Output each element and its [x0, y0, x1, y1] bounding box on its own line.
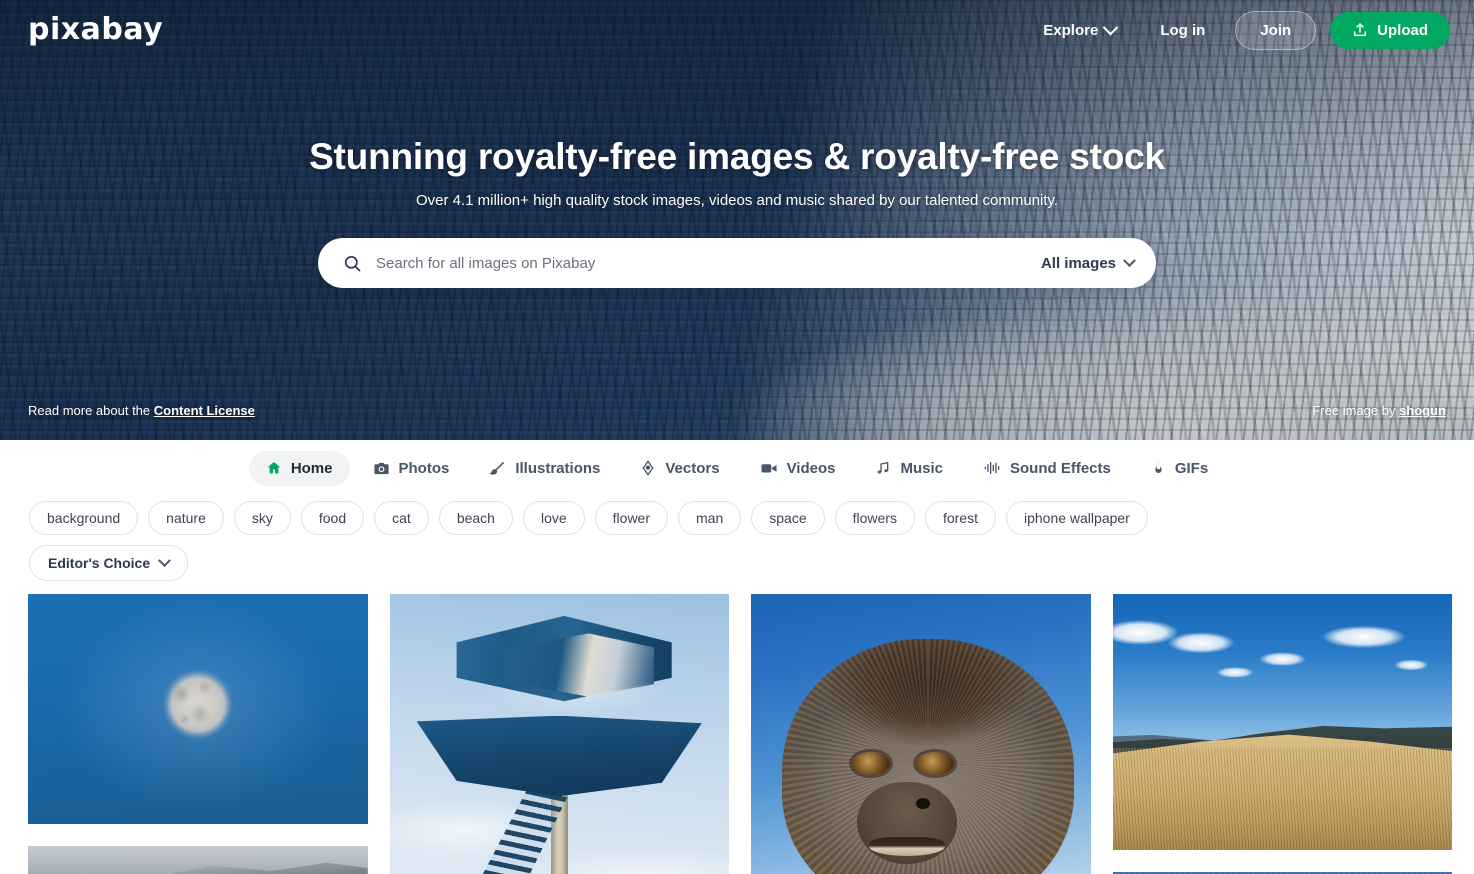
search-input[interactable] — [376, 254, 1025, 272]
pixabay-logo[interactable]: pixabay — [28, 15, 163, 45]
content-license-note: Read more about the Content License — [28, 403, 255, 418]
tag-chip[interactable]: cat — [374, 501, 429, 535]
top-navigation-bar: pixabay Explore Log in Join Upload — [0, 0, 1474, 60]
tag-chip[interactable]: space — [751, 501, 825, 535]
tab-music[interactable]: Music — [858, 451, 960, 486]
tab-photos[interactable]: Photos — [356, 451, 467, 486]
editors-choice-dropdown[interactable]: Editor's Choice — [29, 545, 189, 581]
tag-chip[interactable]: flower — [594, 501, 669, 535]
image-credit-prefix: Free image by — [1312, 403, 1400, 418]
home-icon — [266, 460, 282, 476]
search-bar[interactable]: All images — [318, 238, 1156, 288]
monkey-right-eye — [915, 751, 954, 775]
paintbrush-icon — [489, 460, 506, 477]
chevron-down-icon — [158, 553, 171, 567]
monkey-left-eye — [851, 751, 890, 775]
gallery-item-mountain-lake-bird[interactable] — [28, 846, 368, 874]
tab-videos[interactable]: Videos — [743, 450, 853, 486]
nav-login-link[interactable]: Log in — [1146, 14, 1219, 47]
chevron-down-icon — [1123, 253, 1136, 267]
waveform-icon — [983, 460, 1001, 476]
nav-explore-menu[interactable]: Explore — [1029, 14, 1130, 47]
tab-home-label: Home — [290, 459, 333, 477]
tag-chip[interactable]: iphone wallpaper — [1005, 501, 1148, 535]
moon-surface-detail — [155, 662, 240, 747]
camera-icon — [373, 460, 390, 477]
tab-videos-label: Videos — [786, 459, 836, 477]
pen-nib-icon — [640, 460, 656, 476]
chevron-down-icon — [1103, 19, 1119, 35]
upload-button[interactable]: Upload — [1330, 11, 1450, 49]
main-content: Home Photos Illustrations Vectors Videos… — [0, 440, 1474, 874]
gallery-item-blue-watchtower[interactable] — [389, 594, 729, 874]
search-type-dropdown[interactable]: All images — [1025, 253, 1136, 272]
gallery-column — [1112, 594, 1452, 874]
tag-chip[interactable]: nature — [148, 501, 224, 535]
flame-icon — [1151, 460, 1166, 476]
tab-sound-effects[interactable]: Sound Effects — [966, 451, 1128, 486]
tab-vectors[interactable]: Vectors — [623, 451, 736, 486]
tag-chip[interactable]: flowers — [834, 501, 915, 535]
tag-chip[interactable]: love — [522, 501, 585, 535]
nav-explore-label: Explore — [1043, 21, 1099, 39]
tag-chip[interactable]: food — [300, 501, 365, 535]
search-icon — [343, 254, 362, 273]
nav-login-label: Log in — [1160, 21, 1206, 39]
page-subtitle: Over 4.1 million+ high quality stock ima… — [415, 192, 1059, 209]
content-license-link[interactable]: Content License — [154, 403, 255, 418]
video-camera-icon — [760, 459, 778, 477]
tab-sound-effects-label: Sound Effects — [1010, 459, 1111, 477]
tab-music-label: Music — [900, 459, 943, 477]
tab-vectors-label: Vectors — [665, 459, 720, 477]
wheat-grain-texture — [1112, 747, 1452, 850]
tab-illustrations[interactable]: Illustrations — [472, 451, 617, 486]
search-type-label: All images — [1040, 254, 1116, 272]
nav-actions: Explore Log in Join Upload — [1029, 10, 1450, 50]
page-title: Stunning royalty-free images & royalty-f… — [309, 136, 1165, 177]
tab-photos-label: Photos — [398, 459, 450, 477]
tag-chip[interactable]: background — [29, 501, 139, 535]
image-credit: Free image by shogun — [1312, 403, 1446, 418]
join-button[interactable]: Join — [1235, 10, 1317, 50]
tab-home[interactable]: Home — [248, 450, 350, 486]
monkey-head — [781, 638, 1074, 874]
upload-label: Upload — [1377, 21, 1428, 39]
tab-illustrations-label: Illustrations — [515, 459, 601, 477]
gallery-column — [751, 594, 1091, 874]
hero-footer: Read more about the Content License Free… — [0, 403, 1474, 418]
tab-gifs-label: GIFs — [1174, 459, 1209, 477]
tag-chip-list: background nature sky food cat beach lov… — [0, 492, 1474, 535]
music-note-icon — [875, 460, 891, 476]
tag-chip[interactable]: beach — [438, 501, 513, 535]
wheat-clouds — [1112, 594, 1452, 743]
tab-gifs[interactable]: GIFs — [1134, 451, 1225, 486]
content-license-prefix: Read more about the — [28, 403, 154, 418]
tag-chip[interactable]: forest — [924, 501, 996, 535]
filter-row: Editor's Choice — [0, 535, 1474, 594]
hero-banner: pixabay Explore Log in Join Upload Stunn… — [0, 0, 1474, 440]
tag-chip[interactable]: sky — [233, 501, 291, 535]
image-gallery-grid — [0, 594, 1474, 874]
gallery-item-wheat-field-hills[interactable] — [1112, 594, 1452, 850]
upload-icon — [1352, 22, 1368, 38]
gallery-column — [28, 594, 368, 874]
gallery-column — [389, 594, 729, 874]
tag-chip[interactable]: man — [678, 501, 742, 535]
image-credit-author[interactable]: shogun — [1399, 403, 1446, 418]
category-tab-bar: Home Photos Illustrations Vectors Videos… — [0, 440, 1474, 492]
editors-choice-label: Editor's Choice — [48, 555, 151, 571]
gallery-item-capuchin-monkey[interactable] — [751, 594, 1091, 874]
gallery-item-moon-in-blue-sky[interactable] — [28, 594, 368, 824]
